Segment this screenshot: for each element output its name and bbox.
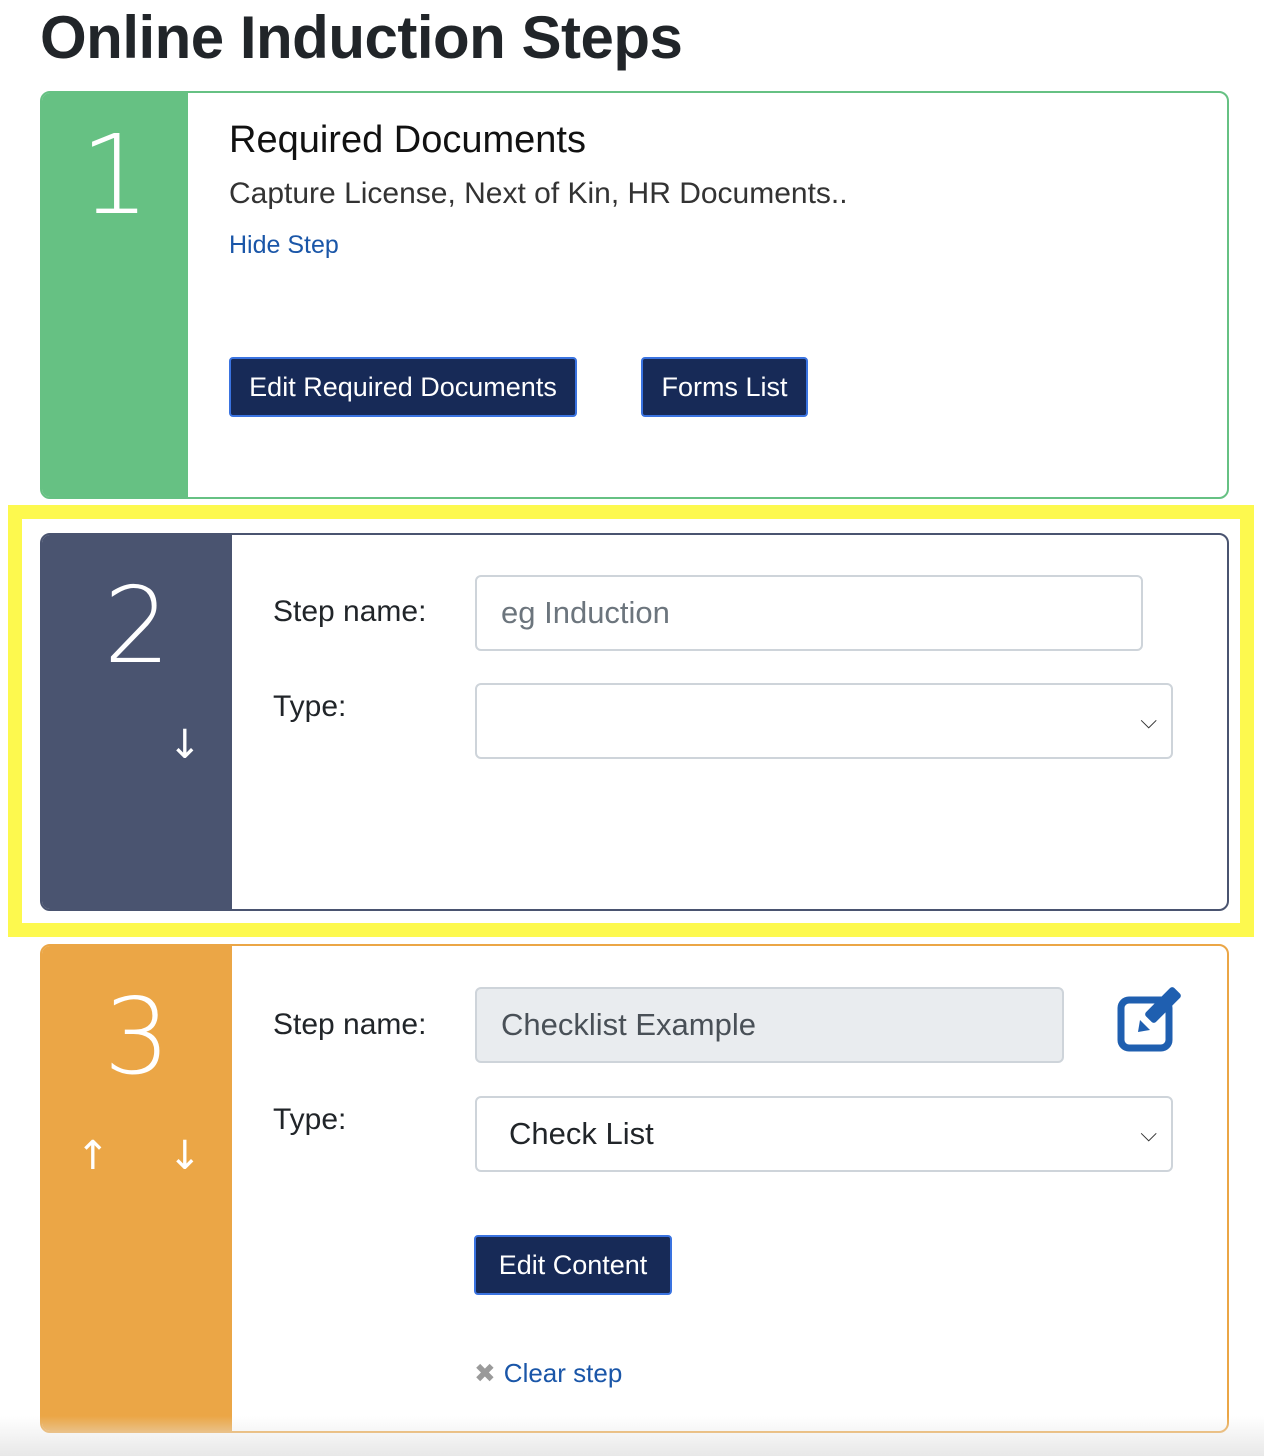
- type-select[interactable]: Check List ⌵: [475, 1096, 1173, 1172]
- step-card-3: 3 ↑ ↓ Step name: Checklist Example Type:…: [40, 944, 1229, 1433]
- edit-icon[interactable]: [1116, 986, 1186, 1056]
- type-select-value: Check List: [509, 1116, 654, 1151]
- step-number-panel: 1: [42, 93, 188, 497]
- clear-icon: ✖: [474, 1358, 496, 1388]
- chevron-down-icon: ⌵: [1140, 1121, 1157, 1146]
- step-number: 2: [103, 565, 171, 687]
- type-select[interactable]: ⌵: [475, 683, 1173, 759]
- edit-content-button[interactable]: Edit Content: [474, 1235, 672, 1295]
- step-name-label: Step name:: [273, 595, 427, 628]
- move-down-arrow-icon[interactable]: ↓: [168, 1136, 202, 1176]
- type-label: Type:: [273, 690, 347, 723]
- forms-list-button[interactable]: Forms List: [641, 357, 808, 417]
- step-number-panel: 3 ↑ ↓: [42, 946, 232, 1431]
- step-name-label: Step name:: [273, 1008, 427, 1041]
- page-title: Online Induction Steps: [40, 4, 683, 71]
- edit-required-documents-button[interactable]: Edit Required Documents: [229, 357, 577, 417]
- hide-step-link[interactable]: Hide Step: [229, 231, 339, 260]
- page-bottom-fade: [0, 1416, 1264, 1456]
- step-description: Capture License, Next of Kin, HR Documen…: [229, 177, 848, 210]
- clear-step-link[interactable]: ✖ Clear step: [474, 1358, 622, 1389]
- step-number: 1: [80, 111, 150, 239]
- chevron-down-icon: ⌵: [1140, 708, 1157, 733]
- step-title: Required Documents: [229, 119, 586, 161]
- clear-step-label: Clear step: [503, 1358, 623, 1388]
- step-name-input[interactable]: Checklist Example: [475, 987, 1064, 1063]
- step-card-1: 1 Required Documents Capture License, Ne…: [40, 91, 1229, 499]
- move-down-arrow-icon[interactable]: ↓: [168, 725, 202, 765]
- move-up-arrow-icon[interactable]: ↑: [76, 1136, 110, 1176]
- step-name-input[interactable]: eg Induction: [475, 575, 1143, 651]
- step-card-2: 2 ↓ Step name: eg Induction Type: ⌵: [40, 533, 1229, 911]
- step-number: 3: [103, 976, 171, 1098]
- step-number-panel: 2 ↓: [42, 535, 232, 909]
- type-label: Type:: [273, 1103, 347, 1136]
